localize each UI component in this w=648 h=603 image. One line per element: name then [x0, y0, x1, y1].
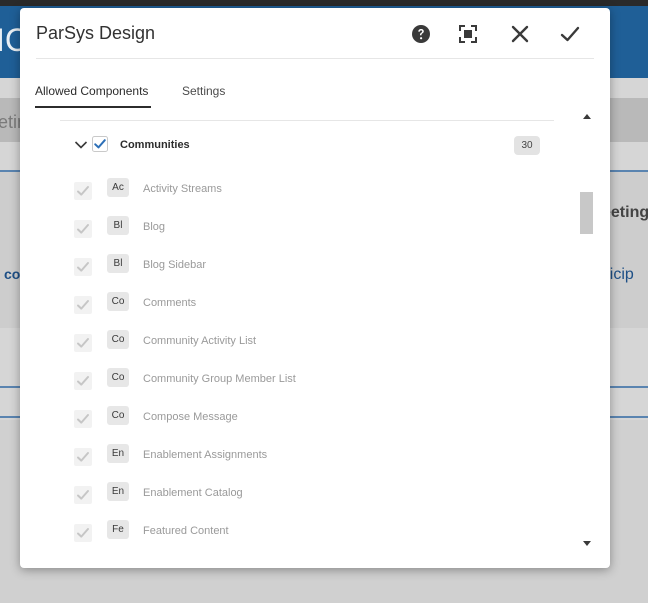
item-checkbox[interactable] — [74, 182, 92, 200]
scrollbar-thumb[interactable] — [580, 192, 593, 234]
component-count-badge: 30 — [514, 136, 540, 155]
help-button[interactable] — [409, 22, 433, 46]
component-label: Blog Sidebar — [143, 259, 206, 271]
item-checkbox[interactable] — [74, 486, 92, 504]
group-label: Communities — [120, 139, 190, 151]
component-abbrev-badge: Co — [107, 406, 129, 425]
scroll-down-arrow-icon[interactable] — [582, 540, 592, 548]
component-label: Community Group Member List — [143, 373, 296, 385]
close-icon — [511, 25, 529, 43]
component-abbrev-badge: Bl — [107, 254, 129, 273]
parsys-design-dialog: ParSys Design Allowed Components Setting… — [20, 8, 610, 568]
allowed-components-list: Communities 30 Ac Activity Streams Bl Bl… — [20, 120, 610, 558]
dialog-tabs: Allowed Components Settings — [20, 70, 610, 112]
group-checkbox[interactable] — [92, 136, 108, 152]
confirm-button[interactable] — [558, 22, 582, 46]
component-label: Enablement Assignments — [143, 449, 268, 461]
component-abbrev-badge: Ac — [107, 178, 129, 197]
list-item[interactable]: Fe Featured Content — [74, 520, 544, 544]
component-abbrev-badge: Co — [107, 368, 129, 387]
background-link-left: co — [4, 266, 21, 282]
item-checkbox[interactable] — [74, 372, 92, 390]
scroll-up-arrow-icon[interactable] — [582, 112, 592, 120]
component-label: Enablement Catalog — [143, 487, 243, 499]
component-abbrev-badge: En — [107, 482, 129, 501]
item-checkbox[interactable] — [74, 448, 92, 466]
item-checkbox[interactable] — [74, 220, 92, 238]
header-divider — [36, 58, 594, 59]
list-item[interactable]: Bl Blog — [74, 216, 544, 240]
close-button[interactable] — [508, 22, 532, 46]
item-checkbox[interactable] — [74, 258, 92, 276]
group-row-communities: Communities 30 — [72, 134, 542, 156]
component-abbrev-badge: Co — [107, 330, 129, 349]
fullscreen-icon — [459, 25, 477, 43]
active-tab-indicator — [35, 106, 151, 108]
item-checkbox[interactable] — [74, 410, 92, 428]
item-checkbox[interactable] — [74, 334, 92, 352]
item-checkbox[interactable] — [74, 524, 92, 542]
component-label: Comments — [143, 297, 197, 309]
tab-settings[interactable]: Settings — [182, 84, 225, 108]
dialog-title: ParSys Design — [36, 23, 156, 43]
dialog-header: ParSys Design — [20, 8, 610, 58]
component-label: Blog — [143, 221, 166, 233]
component-label: Featured Content — [143, 525, 229, 537]
component-abbrev-badge: Co — [107, 292, 129, 311]
help-icon — [412, 25, 430, 43]
list-item[interactable]: Ac Activity Streams — [74, 178, 544, 202]
fullscreen-button[interactable] — [456, 22, 480, 46]
list-scrollbar[interactable] — [580, 108, 594, 552]
component-label: Community Activity List — [143, 335, 257, 347]
list-item[interactable]: Co Community Activity List — [74, 330, 544, 354]
check-icon — [560, 26, 580, 42]
component-label: Compose Message — [143, 411, 238, 423]
tab-allowed-components[interactable]: Allowed Components — [35, 84, 148, 108]
list-item[interactable]: En Enablement Catalog — [74, 482, 544, 506]
component-abbrev-badge: Bl — [107, 216, 129, 235]
item-checkbox[interactable] — [74, 296, 92, 314]
component-abbrev-badge: Fe — [107, 520, 129, 539]
component-abbrev-badge: En — [107, 444, 129, 463]
list-item[interactable]: Bl Blog Sidebar — [74, 254, 544, 278]
list-item[interactable]: Co Comments — [74, 292, 544, 316]
list-divider — [60, 120, 554, 121]
list-item[interactable]: Co Compose Message — [74, 406, 544, 430]
list-item[interactable]: En Enablement Assignments — [74, 444, 544, 468]
list-item[interactable]: Co Community Group Member List — [74, 368, 544, 392]
chevron-down-icon[interactable] — [74, 138, 88, 152]
component-label: Activity Streams — [143, 183, 222, 195]
